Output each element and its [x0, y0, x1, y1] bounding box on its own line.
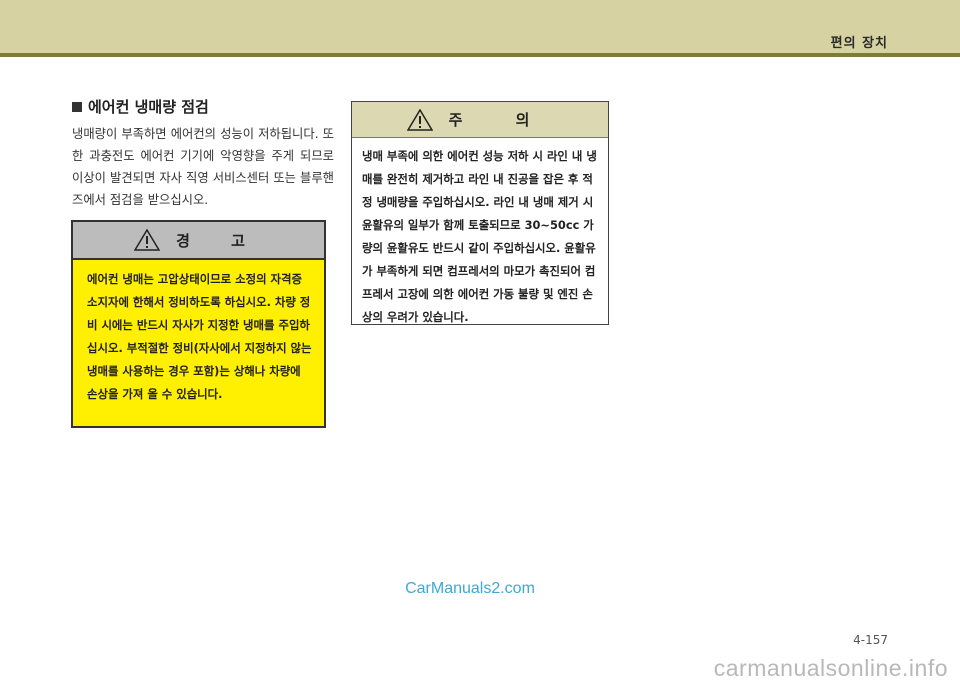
- warning-text: 에어컨 냉매는 고압상태이므로 소정의 자격증 소지자에 한해서 정비하도록 하…: [87, 272, 312, 401]
- site-watermark[interactable]: CarManuals2.com: [0, 580, 940, 598]
- chapter-title: 편의 장치: [830, 36, 888, 51]
- warning-header: 경 고: [73, 222, 324, 260]
- warning-box: 경 고 에어컨 냉매는 고압상태이므로 소정의 자격증 소지자에 한해서 정비하…: [71, 220, 326, 428]
- caution-text: 냉매 부족에 의한 에어컨 성능 저하 시 라인 내 냉매를 완전히 제거하고 …: [362, 149, 597, 324]
- caution-triangle-icon: [406, 108, 433, 131]
- header-divider: [0, 53, 960, 57]
- intro-paragraph: 냉매량이 부족하면 에어컨의 성능이 저하됩니다. 또한 과충전도 에어컨 기기…: [72, 127, 334, 207]
- header-bar: [0, 0, 960, 53]
- square-bullet-icon: [72, 101, 82, 112]
- caution-title: 주 의: [448, 111, 554, 129]
- caution-box: 주 의 냉매 부족에 의한 에어컨 성능 저하 시 라인 내 냉매를 완전히 제…: [351, 101, 609, 325]
- caution-header: 주 의: [352, 102, 608, 138]
- page-number: 4-157: [853, 633, 888, 647]
- section-title-text: 에어컨 냉매량 점검: [88, 98, 209, 116]
- warning-triangle-icon: [134, 229, 161, 251]
- warning-title: 경 고: [176, 231, 263, 250]
- footer-watermark[interactable]: carmanualsonline.info: [714, 655, 948, 682]
- section-heading: 에어컨 냉매량 점검: [72, 96, 209, 117]
